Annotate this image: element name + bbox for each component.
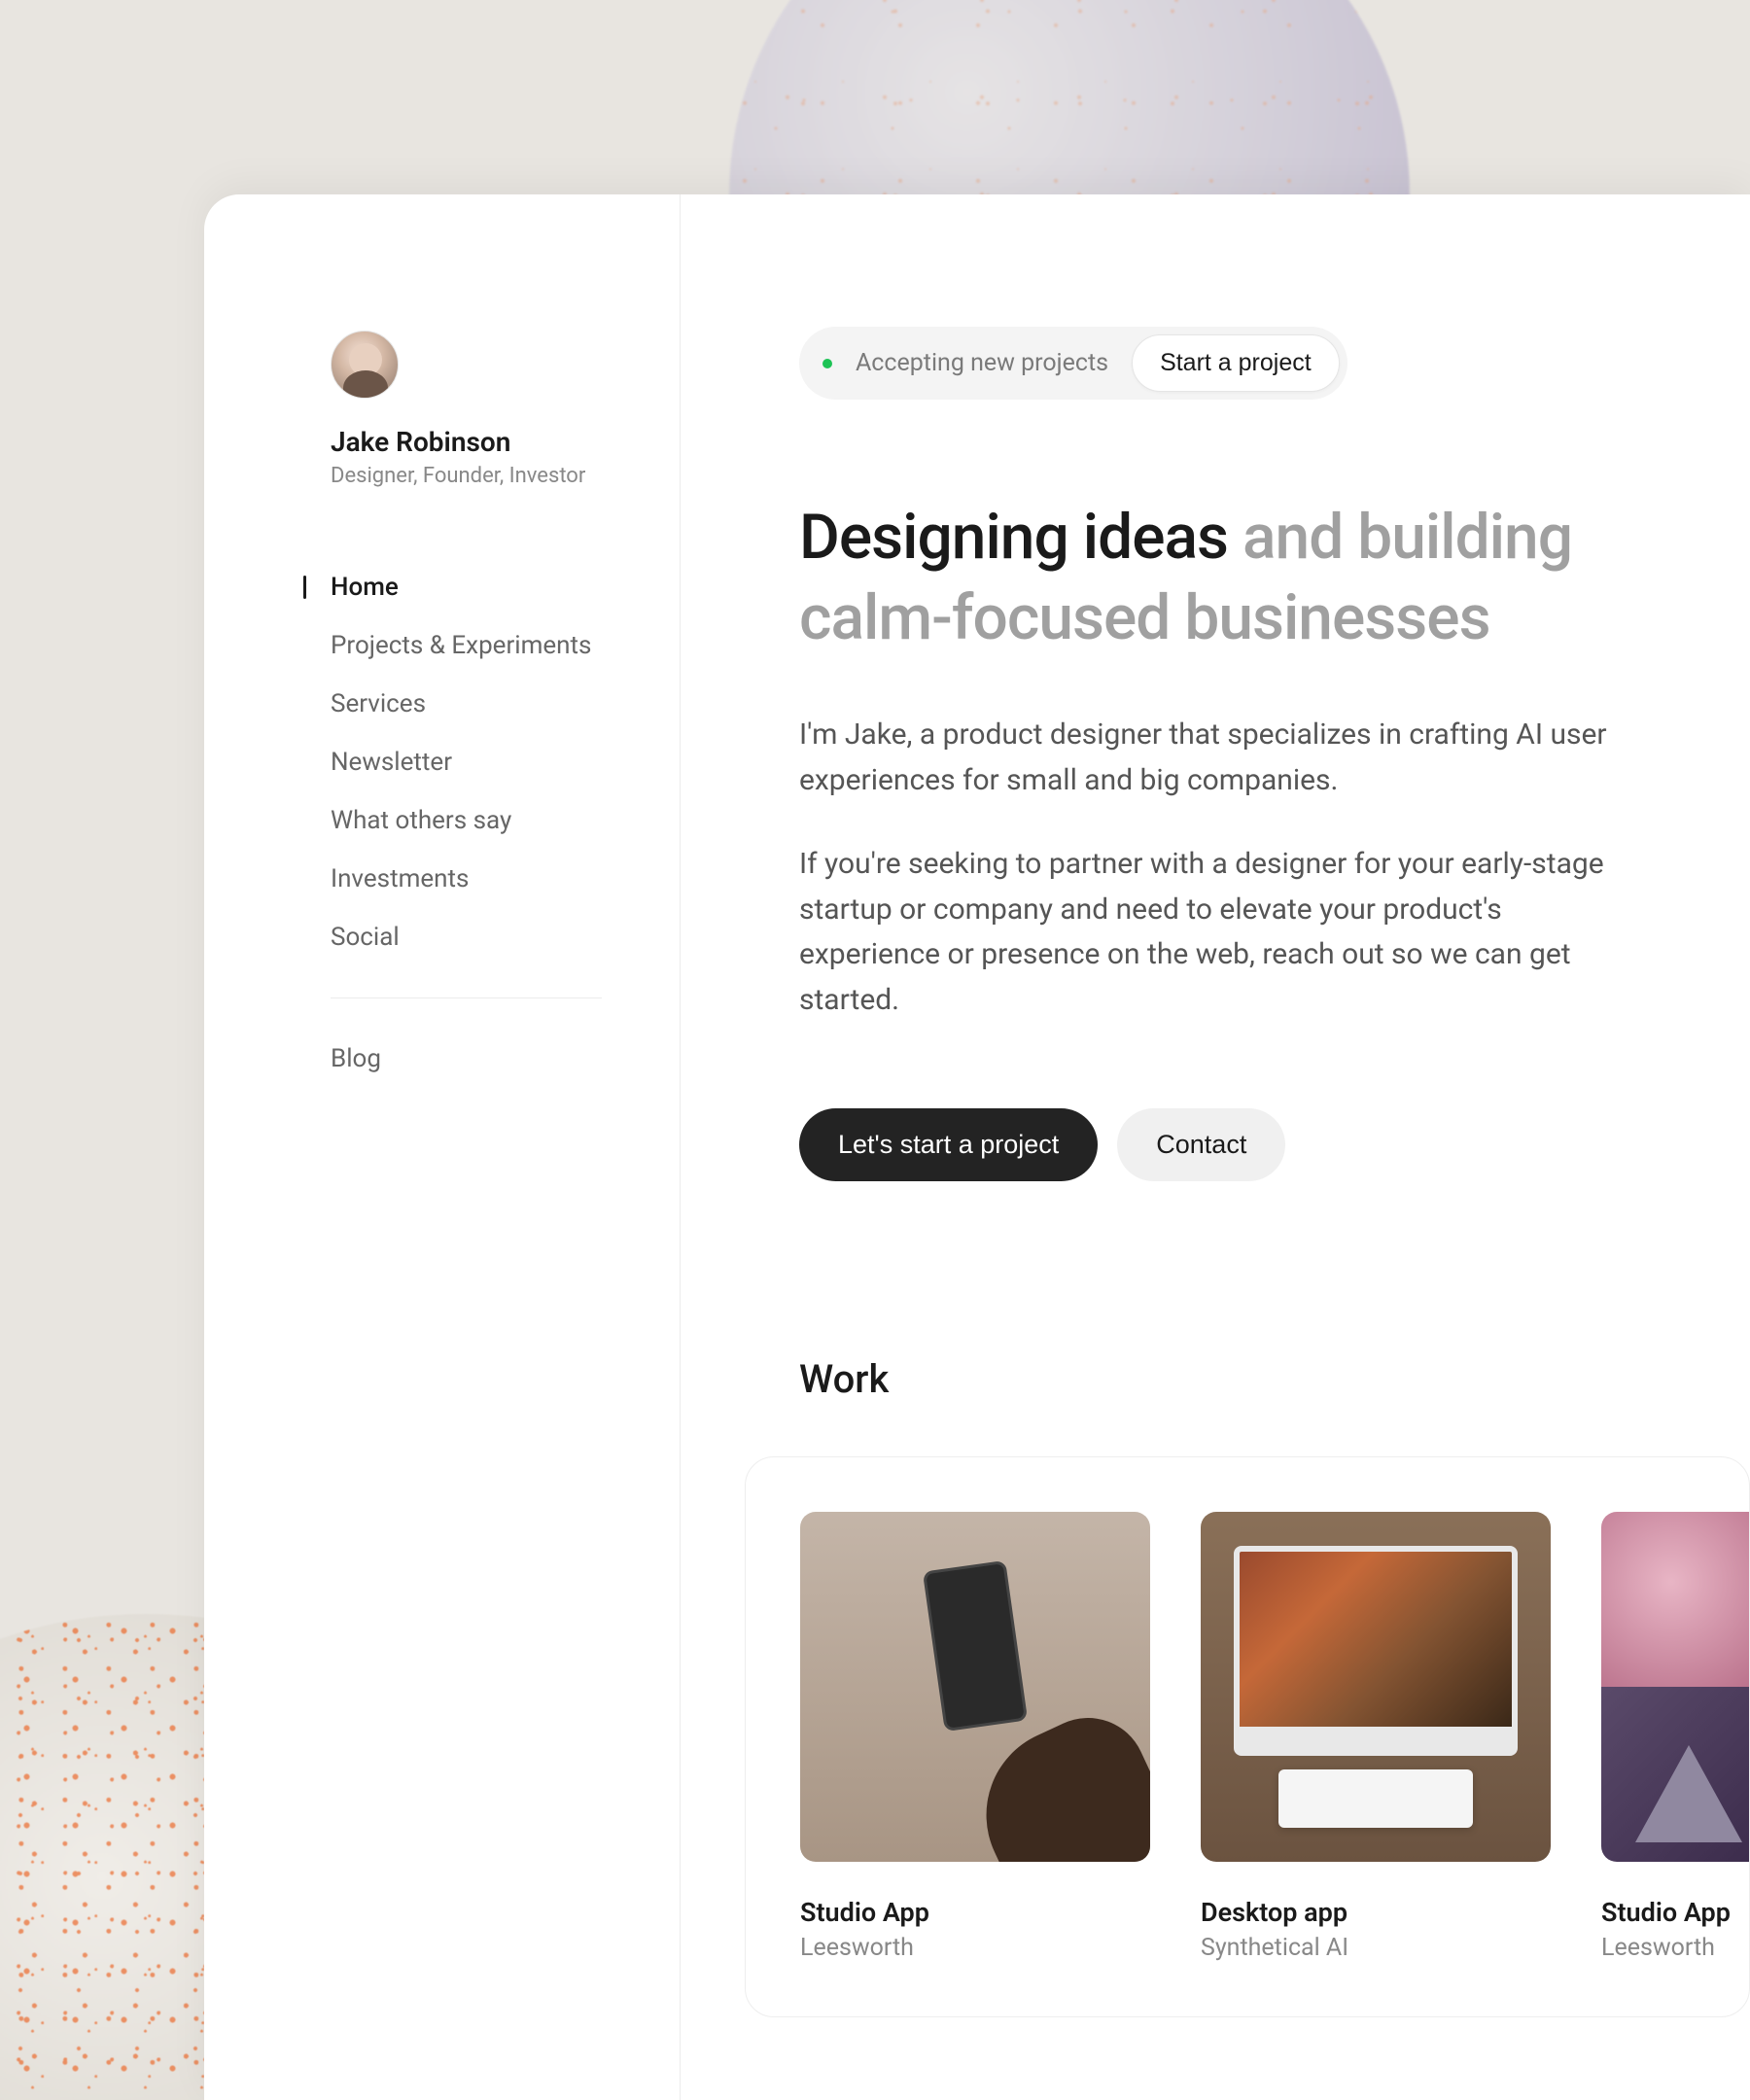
work-image [1201, 1512, 1551, 1862]
work-card[interactable]: Desktop app Synthetical AI [1201, 1512, 1551, 1962]
work-grid-wrapper: Studio App Leesworth Desktop app Synthet… [745, 1456, 1750, 2017]
work-title: Studio App [1601, 1897, 1750, 1928]
profile-title: Designer, Founder, Investor [331, 464, 680, 488]
sidebar: Jake Robinson Designer, Founder, Investo… [204, 194, 681, 2100]
nav-item-testimonials[interactable]: What others say [331, 791, 680, 850]
nav-list: Home Projects & Experiments Services New… [331, 558, 680, 1088]
work-image [800, 1512, 1150, 1862]
work-subtitle: Synthetical AI [1201, 1934, 1551, 1962]
contact-button[interactable]: Contact [1117, 1108, 1285, 1181]
hero-heading: Designing ideas and building calm-focuse… [799, 497, 1674, 658]
hero-section: Designing ideas and building calm-focuse… [799, 497, 1674, 1181]
status-pill: Accepting new projects Start a project [799, 327, 1348, 400]
work-title: Desktop app [1201, 1897, 1551, 1928]
start-project-pill-button[interactable]: Start a project [1132, 334, 1340, 392]
work-card[interactable]: Studio App Leesworth [1601, 1512, 1750, 1962]
nav-item-blog[interactable]: Blog [331, 1030, 680, 1088]
main-card: Jake Robinson Designer, Founder, Investo… [204, 194, 1750, 2100]
main-content: Accepting new projects Start a project D… [681, 194, 1750, 2100]
nav-item-social[interactable]: Social [331, 908, 680, 966]
nav-item-services[interactable]: Services [331, 675, 680, 733]
hero-paragraph-2: If you're seeking to partner with a desi… [799, 842, 1635, 1023]
status-text: Accepting new projects [856, 349, 1108, 377]
work-subtitle: Leesworth [1601, 1934, 1750, 1962]
hero-paragraph-1: I'm Jake, a product designer that specia… [799, 713, 1635, 803]
lets-start-project-button[interactable]: Let's start a project [799, 1108, 1098, 1181]
avatar[interactable] [331, 331, 399, 399]
status-dot-icon [822, 359, 832, 368]
hero-buttons: Let's start a project Contact [799, 1108, 1674, 1181]
nav-item-home[interactable]: Home [331, 558, 680, 616]
hero-heading-main: Designing ideas [799, 501, 1228, 574]
work-heading: Work [799, 1356, 1750, 1402]
work-title: Studio App [800, 1897, 1150, 1928]
nav-item-newsletter[interactable]: Newsletter [331, 733, 680, 791]
nav-item-projects[interactable]: Projects & Experiments [331, 616, 680, 675]
work-card[interactable]: Studio App Leesworth [800, 1512, 1150, 1962]
work-section: Work Studio App Leesworth Desktop app Sy… [799, 1356, 1750, 2017]
work-subtitle: Leesworth [800, 1934, 1150, 1962]
nav-item-investments[interactable]: Investments [331, 850, 680, 908]
profile-name: Jake Robinson [331, 426, 680, 458]
work-image [1601, 1512, 1750, 1862]
work-grid[interactable]: Studio App Leesworth Desktop app Synthet… [800, 1512, 1749, 1962]
